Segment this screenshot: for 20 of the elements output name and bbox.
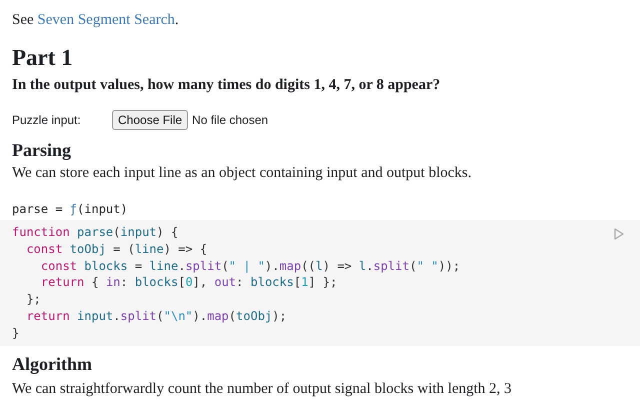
section-heading: Algorithm [12,354,93,375]
code-line: return input.split("\n").map(toObj); [25,308,288,325]
choose-file-button[interactable]: Choose File [112,110,188,130]
paragraph: We can store each input line as an object containing input and output blocks. [12,165,472,182]
part-heading: Part 1 [12,45,74,71]
intro-text: See Seven Segment Search. [12,12,180,29]
cell-output: parse = ƒ(input) [11,202,129,216]
code-line: const blocks = line.split(" | ").map((l) => l.split(" ")); [40,258,462,274]
file-status: No file chosen [192,113,268,127]
paragraph: We can straightforwardly count the number of output signal blocks with length 2, 3 [12,380,513,398]
question-text: In the output values, how many times do digits 1, 4, 7, or 8 appear? [12,77,442,94]
puzzle-input-label: Puzzle input: [12,113,82,127]
code-line: function parse(input) { [12,224,180,241]
seven-segment-link[interactable]: Seven Segment Search [37,12,175,28]
run-icon[interactable] [614,228,624,240]
code-line: const toObj = (line) => { [25,240,208,258]
section-heading: Parsing [12,140,72,161]
code-line: }; [25,291,42,308]
code-line: } [12,324,20,342]
code-line: return { in: blocks[0], out: blocks[1] }; [40,274,338,292]
